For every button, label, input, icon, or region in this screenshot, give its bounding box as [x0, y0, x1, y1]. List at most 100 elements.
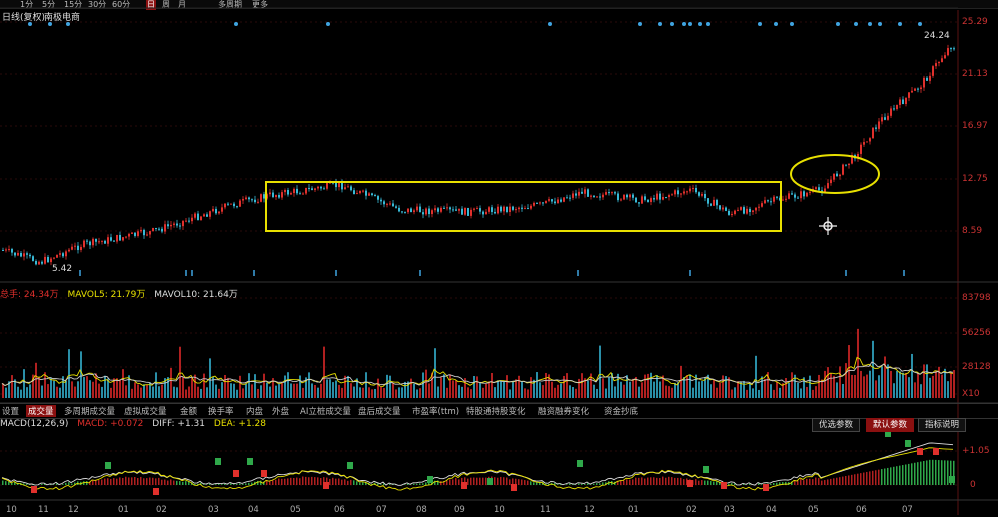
macd-histogram-bar — [887, 467, 889, 485]
macd-histogram-bar — [761, 484, 763, 485]
volume-bar — [146, 384, 148, 398]
candle-body — [557, 199, 559, 204]
default-params-button[interactable]: 默认参数 — [866, 418, 915, 432]
macd-histogram-bar — [503, 477, 505, 485]
macd-histogram-bar — [344, 479, 346, 485]
candle-body — [218, 211, 220, 214]
candle-body — [686, 191, 688, 193]
candle-body — [164, 224, 166, 232]
volume-bar — [680, 365, 682, 398]
tab-virtual-volume[interactable]: 虚拟成交量 — [124, 405, 167, 417]
volume-bar — [467, 387, 469, 398]
volume-bar — [509, 389, 511, 398]
signal-dot — [658, 22, 662, 26]
candle-body — [890, 108, 892, 116]
candle-body — [89, 241, 91, 246]
signal-dot — [670, 22, 674, 26]
macd-histogram-bar — [677, 477, 679, 485]
volume-bar — [368, 387, 370, 398]
tab-amount[interactable]: 金额 — [180, 405, 197, 417]
volume-bar — [734, 387, 736, 398]
volume-bar — [119, 380, 121, 398]
volume-bar — [461, 386, 463, 398]
volume-bar — [917, 373, 919, 398]
volume-bar — [569, 385, 571, 398]
volume-bar — [836, 382, 838, 398]
tab-capital-bottom[interactable]: 资金抄底 — [604, 405, 638, 417]
candle-body — [458, 208, 460, 211]
volume-bar — [788, 382, 790, 398]
candle-body — [182, 220, 184, 227]
trade-signal-mark — [905, 440, 911, 447]
tab-after-hours-volume[interactable]: 盘后成交量 — [358, 405, 401, 417]
volume-bar — [80, 351, 82, 398]
candle-body — [302, 193, 304, 195]
diff-value: DIFF: +1.31 — [152, 419, 206, 429]
candle-body — [899, 99, 901, 105]
candle-body — [71, 246, 73, 250]
kline-chart[interactable] — [0, 0, 998, 517]
date-axis-label: 07 — [376, 505, 387, 515]
candle-body — [464, 207, 466, 215]
volume-bar — [98, 383, 100, 398]
volume-bar — [701, 381, 703, 398]
candle-body — [446, 207, 448, 209]
tab-multi-period-volume[interactable]: 多周期成交量 — [64, 405, 115, 417]
macd-histogram-bar — [128, 477, 130, 485]
candle-body — [926, 77, 928, 81]
candle-body — [515, 209, 517, 211]
macd-histogram-bar — [581, 483, 583, 485]
volume-bar — [650, 372, 652, 398]
macd-histogram-bar — [929, 459, 931, 485]
macd-histogram-bar — [218, 484, 220, 485]
candle-body — [101, 240, 103, 242]
candle-body — [269, 192, 271, 195]
tab-pe-ttm[interactable]: 市盈率(ttm) — [412, 405, 459, 417]
candle-body — [74, 245, 76, 247]
optimal-params-button[interactable]: 优选参数 — [812, 418, 861, 432]
macd-histogram-bar — [539, 482, 541, 485]
tab-inner-volume[interactable]: 内盘 — [246, 405, 263, 417]
volume-bar — [236, 389, 238, 398]
volume-bar — [215, 384, 217, 398]
volume-bar — [905, 373, 907, 398]
volume-bar — [194, 374, 196, 398]
volume-bar — [41, 385, 43, 398]
signal-dot — [48, 22, 52, 26]
tab-margin-change[interactable]: 融资融券变化 — [538, 405, 589, 417]
candle-body — [611, 192, 613, 194]
volume-bar — [446, 387, 448, 398]
volume-bar — [812, 389, 814, 398]
tab-holding-change[interactable]: 特股通持股变化 — [466, 405, 526, 417]
volume-bar — [143, 384, 145, 398]
candle-body — [503, 206, 505, 212]
tab-outer-volume[interactable]: 外盘 — [272, 405, 289, 417]
tab-ai-volume[interactable]: AI立桩成交量 — [300, 405, 351, 417]
candle-body — [29, 254, 31, 257]
indicator-help-button[interactable]: 指标说明 — [918, 418, 967, 432]
macd-histogram-bar — [377, 483, 379, 485]
volume-bar — [122, 369, 124, 398]
volume-bar — [59, 387, 61, 398]
candle-body — [8, 249, 10, 251]
signal-dot — [28, 22, 32, 26]
volume-bar — [896, 371, 898, 398]
volume-bar — [401, 387, 403, 398]
candle-body — [470, 209, 472, 216]
volume-bar — [854, 374, 856, 398]
tab-turnover[interactable]: 换手率 — [208, 405, 234, 417]
date-axis-label: 08 — [416, 505, 427, 515]
candle-body — [773, 196, 775, 202]
candle-body — [95, 238, 97, 242]
volume-bar — [260, 385, 262, 398]
tab-settings[interactable]: 设置 — [2, 405, 19, 417]
volume-bar — [872, 340, 874, 398]
volume-bar — [779, 387, 781, 398]
candle-body — [704, 193, 706, 199]
macd-histogram-bar — [896, 466, 898, 485]
volume-bar — [95, 373, 97, 398]
candle-body — [173, 223, 175, 225]
candle-body — [440, 207, 442, 212]
price-axis-label: 16.97 — [962, 121, 988, 131]
tab-volume[interactable]: 成交量 — [26, 405, 56, 417]
